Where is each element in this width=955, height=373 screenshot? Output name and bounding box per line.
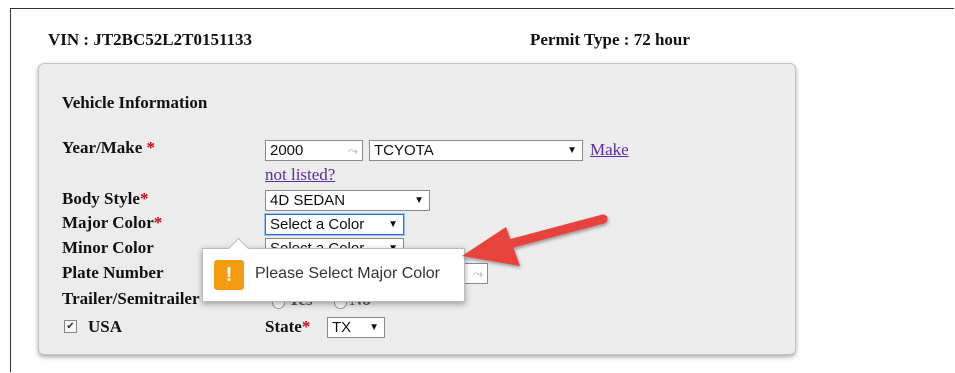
annotation-arrow-icon: [462, 214, 608, 266]
